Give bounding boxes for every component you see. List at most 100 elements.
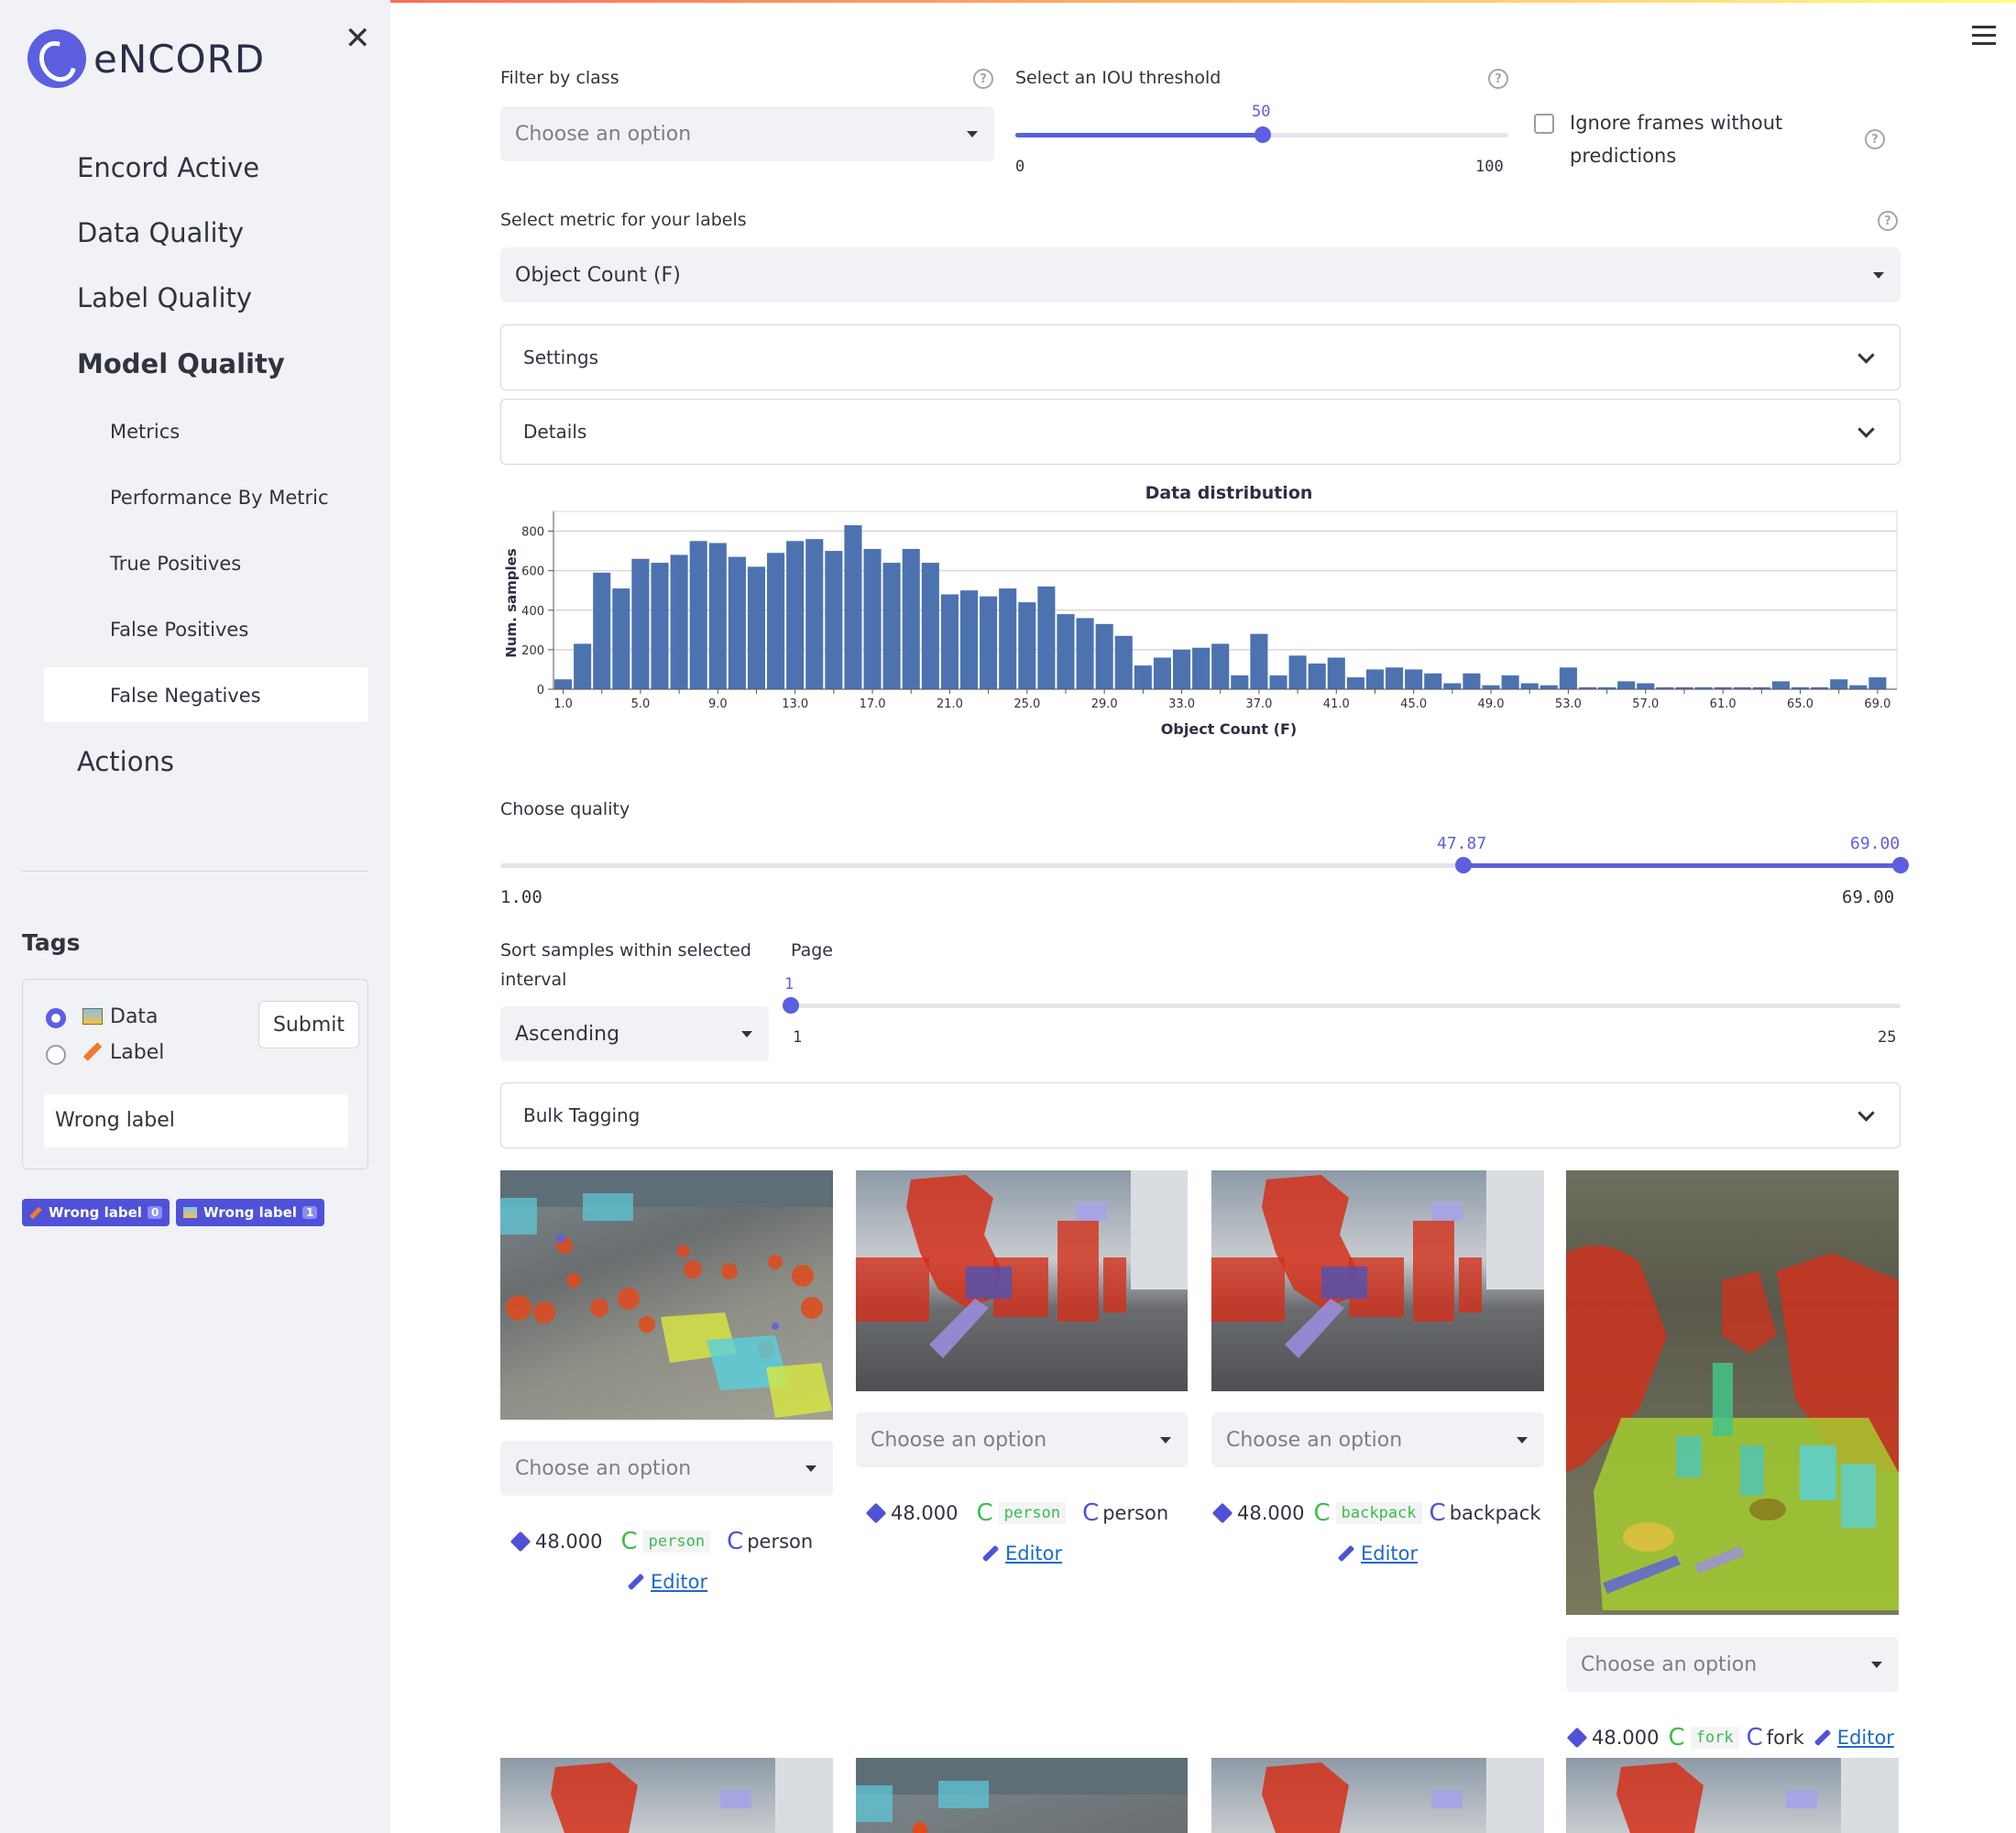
page-slider-thumb[interactable] — [783, 997, 799, 1014]
nav-actions[interactable]: Actions — [77, 746, 174, 777]
class-icon: C — [1313, 1499, 1331, 1527]
card-editor-link[interactable]: Editor — [1813, 1727, 1894, 1749]
close-sidebar-icon[interactable]: ✕ — [345, 20, 371, 57]
page-slider-track[interactable] — [791, 1004, 1901, 1008]
chart-bar — [1520, 683, 1539, 689]
card-editor-link[interactable]: Editor — [981, 1542, 1062, 1564]
chart-bar — [1424, 673, 1442, 689]
chart-x-tick-label: 65.0 — [1787, 697, 1813, 711]
card-tag-select[interactable]: Choose an option — [500, 1441, 833, 1496]
radio-label-text: Label — [110, 1041, 165, 1064]
tag-chip-data[interactable]: Wrong label 1 — [176, 1199, 325, 1226]
card-tag-select[interactable]: Choose an option — [1566, 1637, 1899, 1692]
card-class-code: person — [998, 1502, 1067, 1524]
sort-order-select[interactable]: Ascending — [500, 1006, 769, 1061]
tag-chip-label[interactable]: Wrong label 0 — [22, 1199, 170, 1226]
iou-slider-thumb[interactable] — [1255, 126, 1271, 143]
ignore-frames-checkbox[interactable] — [1534, 114, 1554, 134]
card-tag-select[interactable]: Choose an option — [1211, 1412, 1544, 1467]
chart-x-tick-label: 49.0 — [1478, 697, 1505, 711]
card-class-name: backpack — [1449, 1502, 1541, 1524]
segmentation-overlay — [1616, 1758, 1899, 1833]
sample-image[interactable] — [856, 1758, 1188, 1833]
help-icon[interactable]: ? — [1878, 211, 1898, 231]
help-icon[interactable]: ? — [1865, 129, 1885, 149]
editor-link-text: Editor — [1005, 1542, 1063, 1564]
subnav-false-positives[interactable]: False Positives — [110, 619, 248, 641]
sample-image[interactable] — [1566, 1758, 1899, 1833]
sample-image[interactable] — [500, 1758, 833, 1833]
card-score: 48.000 — [1592, 1727, 1660, 1749]
main-menu-icon[interactable] — [1972, 26, 1996, 50]
chart-bar — [805, 539, 824, 689]
quality-slider-fill — [1463, 863, 1901, 868]
chart-bar — [1018, 602, 1036, 689]
segmentation-overlay — [856, 1758, 1188, 1833]
bulk-tagging-expander[interactable]: Bulk Tagging — [500, 1082, 1901, 1148]
quality-slider-high-thumb[interactable] — [1892, 857, 1909, 873]
quality-slider-max: 69.00 — [1842, 887, 1895, 907]
class-icon: C — [1746, 1724, 1763, 1751]
subnav-performance-by-metric[interactable]: Performance By Metric — [110, 487, 329, 509]
pencil-icon — [1337, 1544, 1355, 1563]
sample-image[interactable] — [500, 1170, 833, 1420]
caret-down-icon — [741, 1031, 752, 1037]
sample-image[interactable] — [1566, 1170, 1899, 1615]
select-placeholder: Choose an option — [515, 122, 692, 146]
subnav-false-negatives[interactable]: False Negatives — [110, 685, 261, 707]
chart-bar — [786, 541, 805, 689]
settings-expander-label: Settings — [523, 346, 599, 368]
settings-expander[interactable]: Settings — [500, 324, 1901, 390]
page-slider-max: 25 — [1878, 1028, 1897, 1047]
tags-submit-button[interactable]: Submit — [258, 1001, 359, 1048]
chart-bar — [612, 588, 630, 689]
tag-name-input[interactable]: Wrong label — [44, 1094, 348, 1147]
segmentation-overlay — [500, 1170, 833, 1418]
card-editor-link[interactable]: Editor — [627, 1571, 707, 1593]
sample-image[interactable] — [856, 1170, 1188, 1391]
chart-x-tick-label: 9.0 — [708, 697, 728, 711]
caret-down-icon — [1871, 1662, 1882, 1668]
radio-data[interactable] — [46, 1008, 66, 1028]
radio-label[interactable] — [46, 1045, 66, 1065]
chart-x-tick-label: 17.0 — [860, 697, 886, 711]
metric-select[interactable]: Object Count (F) — [500, 247, 1901, 302]
chart-bar — [959, 590, 979, 689]
ignore-frames-label-1: Ignore frames without — [1570, 112, 1783, 134]
segmentation-overlay — [551, 1758, 833, 1833]
help-icon[interactable]: ? — [1488, 69, 1508, 89]
help-icon[interactable]: ? — [973, 69, 993, 89]
class-icon: C — [976, 1499, 993, 1527]
nav-label-quality[interactable]: Label Quality — [77, 282, 252, 313]
sample-image[interactable] — [1211, 1758, 1544, 1833]
nav-data-quality[interactable]: Data Quality — [77, 217, 244, 248]
nav-encord-active[interactable]: Encord Active — [77, 152, 259, 183]
chart-x-tick-label: 1.0 — [553, 697, 573, 711]
sample-image[interactable] — [1211, 1170, 1544, 1391]
chevron-down-icon — [1857, 421, 1875, 438]
nav-model-quality[interactable]: Model Quality — [77, 348, 285, 379]
chip-label: Wrong label — [49, 1204, 142, 1221]
subnav-metrics[interactable]: Metrics — [110, 421, 180, 443]
chart-x-tick-label: 37.0 — [1245, 697, 1272, 711]
iou-slider-value: 50 — [1252, 103, 1271, 121]
editor-link-text: Editor — [651, 1571, 708, 1593]
caret-down-icon — [967, 131, 978, 137]
quality-slider-low-thumb[interactable] — [1455, 857, 1472, 873]
chart-y-tick-label: 0 — [537, 684, 544, 697]
chart-bar — [1463, 673, 1481, 689]
card-score: 48.000 — [535, 1531, 603, 1553]
chart-bar — [1114, 635, 1133, 689]
subnav-true-positives[interactable]: True Positives — [110, 553, 241, 575]
card-metadata: 48.000 C person C person — [865, 1499, 1168, 1527]
tag-icon — [865, 1502, 887, 1524]
encord-logo-icon — [27, 29, 86, 88]
chart-x-tick-label: 33.0 — [1168, 697, 1195, 711]
card-editor-link[interactable]: Editor — [1337, 1542, 1418, 1564]
chevron-down-icon — [1857, 1104, 1875, 1122]
filter-by-class-select[interactable]: Choose an option — [500, 106, 994, 161]
details-expander[interactable]: Details — [500, 399, 1901, 465]
image-icon — [82, 1008, 103, 1025]
card-tag-select[interactable]: Choose an option — [856, 1412, 1188, 1467]
caret-down-icon — [1873, 272, 1884, 279]
